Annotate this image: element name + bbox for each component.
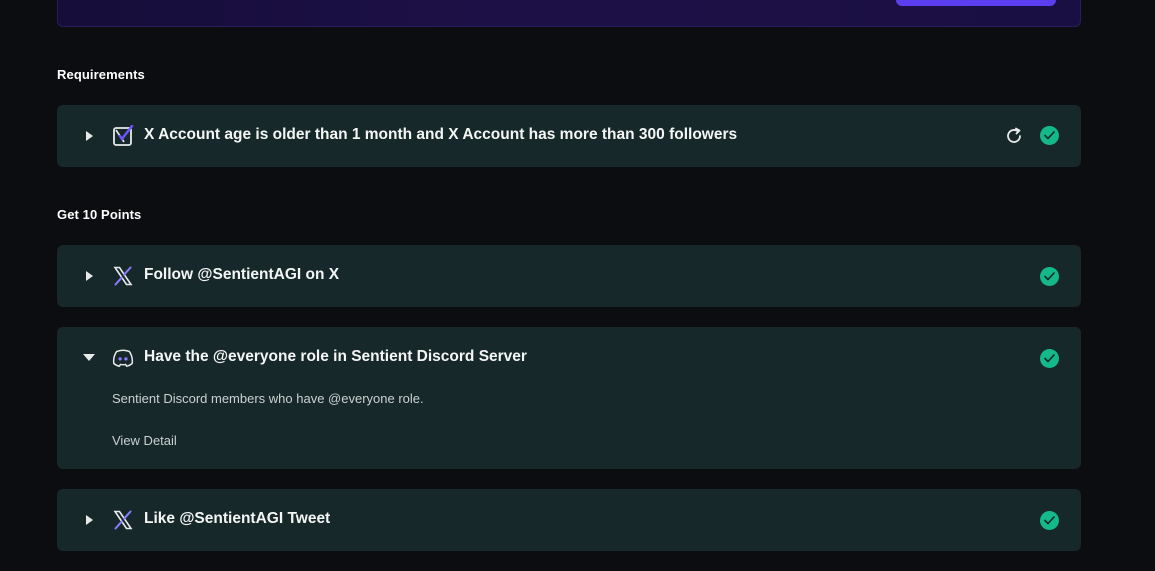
check-circle-icon <box>1040 511 1059 530</box>
discord-icon <box>112 347 134 369</box>
caret-down-icon[interactable] <box>83 351 95 363</box>
task-title: Have the @everyone role in Sentient Disc… <box>144 348 527 365</box>
x-account-check-icon <box>112 125 134 147</box>
task-title: Like @SentientAGI Tweet <box>144 510 331 527</box>
caret-right-icon[interactable] <box>83 270 95 282</box>
check-circle-icon <box>1040 267 1059 286</box>
refresh-icon[interactable] <box>1004 126 1024 146</box>
requirements-heading: Requirements <box>57 67 145 82</box>
banner-action-button[interactable] <box>896 0 1056 6</box>
requirement-title: X Account age is older than 1 month and … <box>144 126 738 143</box>
points-heading: Get 10 Points <box>57 207 142 222</box>
check-circle-icon <box>1040 126 1059 145</box>
task-description: Sentient Discord members who have @every… <box>112 391 424 406</box>
task-title: Follow @SentientAGI on X <box>144 266 340 283</box>
caret-right-icon[interactable] <box>83 514 95 526</box>
check-circle-icon <box>1040 349 1059 368</box>
x-logo-icon <box>112 509 134 531</box>
view-detail-link[interactable]: View Detail <box>112 433 177 448</box>
caret-right-icon[interactable] <box>83 130 95 142</box>
x-logo-icon <box>112 265 134 287</box>
